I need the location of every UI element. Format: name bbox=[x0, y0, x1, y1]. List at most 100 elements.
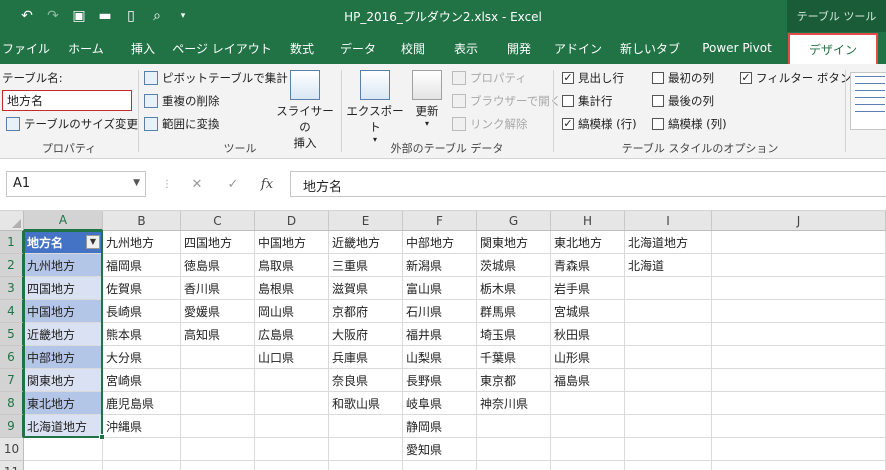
tab-page-layout[interactable]: ページ レイアウト bbox=[172, 32, 272, 64]
cell-G11[interactable] bbox=[477, 461, 551, 470]
cell-E10[interactable] bbox=[329, 438, 403, 461]
cell-H3[interactable]: 岩手県 bbox=[551, 277, 625, 300]
cell-C6[interactable] bbox=[181, 346, 255, 369]
row-header-10[interactable]: 10 bbox=[0, 438, 24, 461]
worksheet-grid[interactable]: A B C D E F G H I J 1 地方名 ▼ 九州地方 四国地方 中国地方 近畿地方 中部地方 関東地方東… bbox=[0, 211, 886, 470]
cell-J5[interactable] bbox=[712, 323, 886, 346]
cell-J7[interactable] bbox=[712, 369, 886, 392]
cell-B8[interactable]: 鹿児島県 bbox=[103, 392, 181, 415]
export-button[interactable]: エクスポート ▾ bbox=[346, 70, 404, 144]
unlink-button[interactable]: リンク解除 bbox=[452, 116, 528, 132]
cell-J11[interactable] bbox=[712, 461, 886, 470]
cell-A5[interactable]: 近畿地方 bbox=[24, 323, 103, 346]
confirm-edit-icon[interactable]: ✓ bbox=[220, 171, 246, 197]
cell-H11[interactable] bbox=[551, 461, 625, 470]
cell-I10[interactable] bbox=[625, 438, 712, 461]
cell-F3[interactable]: 富山県 bbox=[403, 277, 477, 300]
last-column-checkbox[interactable]: 最後の列 bbox=[652, 93, 714, 109]
row-header-7[interactable]: 7 bbox=[0, 369, 24, 392]
cell-B10[interactable] bbox=[103, 438, 181, 461]
cell-D6[interactable]: 山口県 bbox=[255, 346, 329, 369]
cell-B9[interactable]: 沖縄県 bbox=[103, 415, 181, 438]
convert-to-range-button[interactable]: 範囲に変換 bbox=[144, 116, 220, 132]
cell-A9[interactable]: 北海道地方 bbox=[24, 415, 103, 438]
cell-I5[interactable] bbox=[625, 323, 712, 346]
row-header-9[interactable]: 9 bbox=[0, 415, 24, 438]
row-header-1[interactable]: 1 bbox=[0, 231, 24, 254]
column-header-G[interactable]: G bbox=[477, 211, 551, 231]
dropdown-filter-icon[interactable]: ▼ bbox=[86, 235, 100, 249]
cell-G10[interactable] bbox=[477, 438, 551, 461]
cell-H7[interactable]: 福島県 bbox=[551, 369, 625, 392]
row-header-8[interactable]: 8 bbox=[0, 392, 24, 415]
cell-G8[interactable]: 神奈川県 bbox=[477, 392, 551, 415]
select-all-corner[interactable] bbox=[0, 211, 24, 231]
cell-E3[interactable]: 滋賀県 bbox=[329, 277, 403, 300]
cell-B1[interactable]: 九州地方 bbox=[103, 231, 181, 254]
cell-F4[interactable]: 石川県 bbox=[403, 300, 477, 323]
row-header-4[interactable]: 4 bbox=[0, 300, 24, 323]
column-header-J[interactable]: J bbox=[712, 211, 886, 231]
cell-A2[interactable]: 九州地方 bbox=[24, 254, 103, 277]
filter-button-checkbox[interactable]: ✓ フィルター ボタン bbox=[740, 70, 851, 86]
cell-G4[interactable]: 群馬県 bbox=[477, 300, 551, 323]
cell-B11[interactable] bbox=[103, 461, 181, 470]
tab-home[interactable]: ホーム bbox=[58, 32, 114, 64]
cell-E11[interactable] bbox=[329, 461, 403, 470]
column-header-D[interactable]: D bbox=[255, 211, 329, 231]
cell-I2[interactable]: 北海道 bbox=[625, 254, 712, 277]
cell-I9[interactable] bbox=[625, 415, 712, 438]
tab-power-pivot[interactable]: Power Pivot bbox=[692, 32, 782, 64]
cell-H8[interactable] bbox=[551, 392, 625, 415]
cell-I6[interactable] bbox=[625, 346, 712, 369]
cell-B6[interactable]: 大分県 bbox=[103, 346, 181, 369]
header-row-checkbox[interactable]: ✓ 見出し行 bbox=[562, 70, 624, 86]
cell-E6[interactable]: 兵庫県 bbox=[329, 346, 403, 369]
cell-H9[interactable] bbox=[551, 415, 625, 438]
column-header-B[interactable]: B bbox=[103, 211, 181, 231]
cell-A11[interactable] bbox=[24, 461, 103, 470]
pivot-summarize-button[interactable]: ピボットテーブルで集計 bbox=[144, 70, 288, 86]
cell-D5[interactable]: 広島県 bbox=[255, 323, 329, 346]
tab-view[interactable]: 表示 bbox=[442, 32, 490, 64]
cancel-edit-icon[interactable]: ✕ bbox=[184, 171, 210, 197]
cell-C9[interactable] bbox=[181, 415, 255, 438]
cell-G2[interactable]: 茨城県 bbox=[477, 254, 551, 277]
table-name-input[interactable] bbox=[2, 90, 132, 111]
resize-table-button[interactable]: テーブルのサイズ変更 bbox=[6, 116, 138, 132]
remove-duplicates-button[interactable]: 重複の削除 bbox=[144, 93, 220, 109]
cell-J9[interactable] bbox=[712, 415, 886, 438]
cell-B7[interactable]: 宮崎県 bbox=[103, 369, 181, 392]
cell-H2[interactable]: 青森県 bbox=[551, 254, 625, 277]
refresh-button[interactable]: 更新 ▾ bbox=[408, 70, 446, 128]
cell-I3[interactable] bbox=[625, 277, 712, 300]
tab-design[interactable]: デザイン bbox=[788, 33, 878, 64]
cell-B5[interactable]: 熊本県 bbox=[103, 323, 181, 346]
cell-D8[interactable] bbox=[255, 392, 329, 415]
cell-B4[interactable]: 長崎県 bbox=[103, 300, 181, 323]
cell-D2[interactable]: 鳥取県 bbox=[255, 254, 329, 277]
fill-handle[interactable] bbox=[99, 434, 105, 440]
tab-data[interactable]: データ bbox=[332, 32, 384, 64]
cell-A8[interactable]: 東北地方 bbox=[24, 392, 103, 415]
cell-C1[interactable]: 四国地方 bbox=[181, 231, 255, 254]
banded-columns-checkbox[interactable]: 縞模様 (列) bbox=[652, 116, 727, 132]
insert-function-icon[interactable]: fx bbox=[254, 171, 280, 197]
cell-J6[interactable] bbox=[712, 346, 886, 369]
row-header-3[interactable]: 3 bbox=[0, 277, 24, 300]
open-in-browser-button[interactable]: ブラウザーで開く bbox=[452, 93, 561, 109]
column-header-E[interactable]: E bbox=[329, 211, 403, 231]
tab-developer[interactable]: 開発 bbox=[496, 32, 542, 64]
cell-D3[interactable]: 島根県 bbox=[255, 277, 329, 300]
column-header-F[interactable]: F bbox=[403, 211, 477, 231]
cell-A1[interactable]: 地方名 ▼ bbox=[24, 231, 103, 254]
cell-E1[interactable]: 近畿地方 bbox=[329, 231, 403, 254]
cell-H5[interactable]: 秋田県 bbox=[551, 323, 625, 346]
row-header-11[interactable]: 11 bbox=[0, 461, 24, 470]
cell-I7[interactable] bbox=[625, 369, 712, 392]
cell-C8[interactable] bbox=[181, 392, 255, 415]
cell-F1[interactable]: 中部地方 bbox=[403, 231, 477, 254]
cell-G6[interactable]: 千葉県 bbox=[477, 346, 551, 369]
cell-H4[interactable]: 宮城県 bbox=[551, 300, 625, 323]
cell-E2[interactable]: 三重県 bbox=[329, 254, 403, 277]
